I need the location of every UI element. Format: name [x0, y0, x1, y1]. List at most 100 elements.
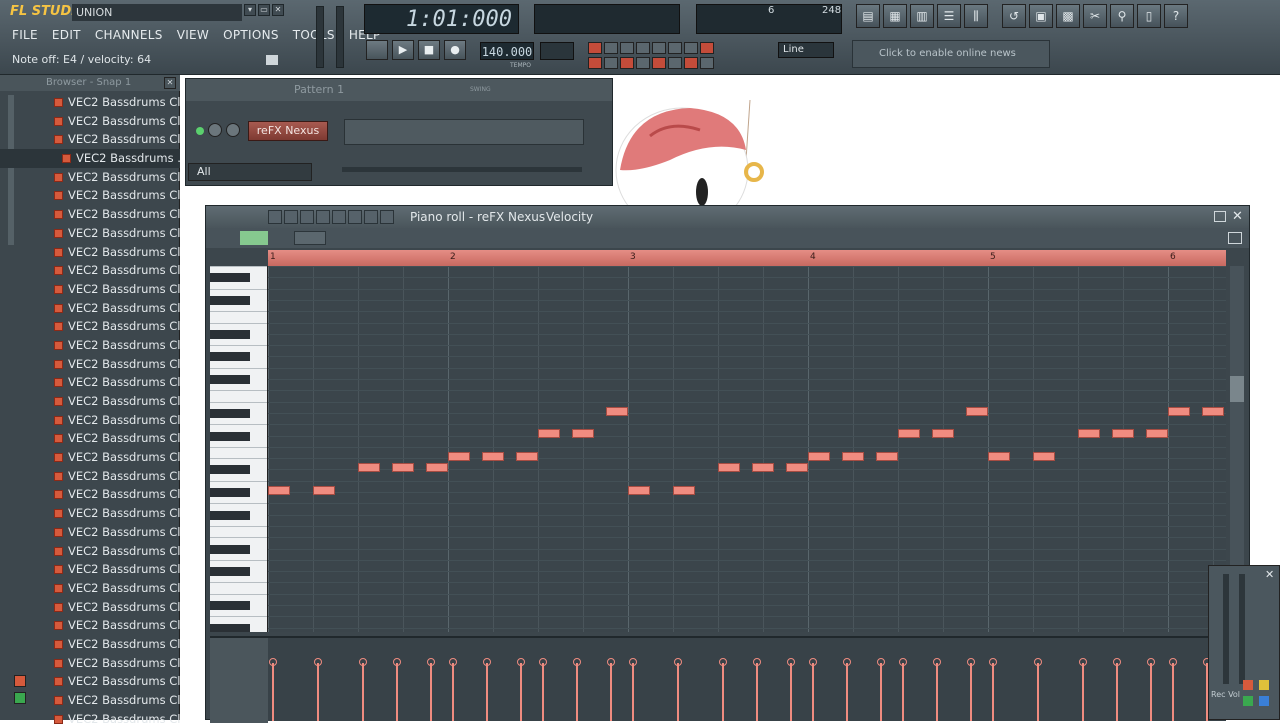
browser-item[interactable]: VEC2 Bassdrums Cl...	[0, 168, 180, 187]
black-key[interactable]	[210, 329, 250, 339]
online-news-bar[interactable]: Click to enable online news	[852, 40, 1050, 68]
metronome-icon[interactable]	[588, 42, 602, 54]
browser-item[interactable]: VEC2 Bassdrums Cl...	[0, 411, 180, 430]
velocity-bar[interactable]	[880, 663, 882, 721]
zoom-tool-icon[interactable]	[364, 210, 378, 224]
velocity-bar[interactable]	[1082, 663, 1084, 721]
slice-tool-icon[interactable]	[332, 210, 346, 224]
play-button[interactable]: ▶	[392, 40, 414, 60]
browser-item[interactable]: VEC2 Bassdrums Cl...	[0, 691, 180, 710]
velocity-handle[interactable]	[314, 658, 322, 666]
browser-item[interactable]: VEC2 Bassdrums Cl...	[0, 542, 180, 561]
step-sequencer-scrollbar[interactable]	[342, 167, 582, 172]
note[interactable]	[808, 452, 830, 461]
paint-tool-icon[interactable]	[284, 210, 298, 224]
countdown-icon[interactable]	[620, 42, 634, 54]
velocity-handle[interactable]	[359, 658, 367, 666]
velocity-bar[interactable]	[362, 663, 364, 721]
black-key[interactable]	[210, 544, 250, 554]
velocity-handle[interactable]	[1034, 658, 1042, 666]
note[interactable]	[426, 463, 448, 472]
velocity-bar[interactable]	[1150, 663, 1152, 721]
blend-notes-icon[interactable]	[652, 42, 666, 54]
playback-tool-icon[interactable]	[380, 210, 394, 224]
black-key[interactable]	[210, 352, 250, 362]
undo-icon[interactable]: ↺	[1002, 4, 1026, 28]
velocity-handle[interactable]	[539, 658, 547, 666]
green-button-icon[interactable]	[1243, 696, 1253, 706]
browser-item[interactable]: VEC2 Bassdrums Cl...	[0, 205, 180, 224]
browser-item[interactable]: VEC2 Bassdrums Cl...	[0, 672, 180, 691]
mixer-icon[interactable]: ⫼	[964, 4, 988, 28]
snap-select[interactable]: Line	[778, 42, 834, 58]
velocity-bar[interactable]	[846, 663, 848, 721]
piano-keyboard[interactable]	[210, 266, 268, 632]
note[interactable]	[966, 407, 988, 416]
note[interactable]	[392, 463, 414, 472]
note[interactable]	[876, 452, 898, 461]
velocity-handle[interactable]	[967, 658, 975, 666]
velocity-handle[interactable]	[607, 658, 615, 666]
browser-item[interactable]: VEC2 Bassdrums Cl...	[0, 280, 180, 299]
search-icon[interactable]: ⚲	[1110, 4, 1134, 28]
velocity-bar[interactable]	[1116, 663, 1118, 721]
note[interactable]	[932, 429, 954, 438]
save-icon[interactable]: ▣	[1029, 4, 1053, 28]
black-key[interactable]	[210, 408, 250, 418]
menu-options[interactable]: OPTIONS	[223, 28, 279, 46]
velocity-bar[interactable]	[902, 663, 904, 721]
browser-item[interactable]: VEC2 Bassdrums Cl...	[0, 560, 180, 579]
stop-button[interactable]: ■	[418, 40, 440, 60]
browser-item[interactable]: VEC2 Bassdrums Cl...	[0, 448, 180, 467]
tools-icon[interactable]: ✂	[1083, 4, 1107, 28]
browser-item[interactable]: VEC2 Bassdrums Cl...	[0, 336, 180, 355]
vertical-scroll-thumb[interactable]	[1230, 376, 1244, 402]
velocity-handle[interactable]	[483, 658, 491, 666]
note[interactable]	[988, 452, 1010, 461]
snap-icon[interactable]	[652, 57, 666, 69]
note[interactable]	[268, 486, 290, 495]
velocity-lane[interactable]	[210, 636, 1226, 723]
velocity-bar[interactable]	[542, 663, 544, 721]
master-pitch-slider[interactable]	[336, 6, 344, 68]
note[interactable]	[482, 452, 504, 461]
overview-scroll-thumb[interactable]	[240, 231, 268, 245]
timeline-ruler[interactable]: 1 2 3 4 5 6	[268, 250, 1226, 266]
red-tag-icon[interactable]	[14, 675, 26, 687]
minimize-button[interactable]: ▾	[244, 4, 256, 16]
browser-item[interactable]: VEC2 Bassdrums Cl...	[0, 243, 180, 262]
note[interactable]	[606, 407, 628, 416]
black-key[interactable]	[210, 623, 250, 632]
browser-item[interactable]: VEC2 Bassdrums Cl...	[0, 392, 180, 411]
loop-record-icon[interactable]	[668, 42, 682, 54]
browser-item[interactable]: VEC2 Bassdrums Cl...	[0, 523, 180, 542]
help-icon[interactable]: ?	[1164, 4, 1188, 28]
velocity-bar[interactable]	[812, 663, 814, 721]
velocity-bar[interactable]	[272, 663, 274, 721]
channel-mute-led[interactable]	[196, 127, 204, 135]
note[interactable]	[572, 429, 594, 438]
browser-item[interactable]: VEC2 Bassdrums Cl...	[0, 355, 180, 374]
pattern-name[interactable]: Pattern 1	[294, 83, 344, 96]
step-edit-icon[interactable]	[636, 42, 650, 54]
black-key[interactable]	[210, 510, 250, 520]
velocity-handle[interactable]	[674, 658, 682, 666]
velocity-handle[interactable]	[1079, 658, 1087, 666]
velocity-handle[interactable]	[809, 658, 817, 666]
velocity-handle[interactable]	[393, 658, 401, 666]
playlist-icon[interactable]: ▤	[856, 4, 880, 28]
note[interactable]	[898, 429, 920, 438]
note[interactable]	[1033, 452, 1055, 461]
velocity-handle[interactable]	[989, 658, 997, 666]
step-sequencer-icon[interactable]: ▦	[883, 4, 907, 28]
green-tag-icon[interactable]	[14, 692, 26, 704]
velocity-handle[interactable]	[269, 658, 277, 666]
channel-name-button[interactable]: reFX Nexus	[248, 121, 328, 141]
velocity-bar[interactable]	[520, 663, 522, 721]
browser-item[interactable]: VEC2 Bassdrums Cl...	[0, 467, 180, 486]
black-key[interactable]	[210, 375, 250, 384]
rec-mode-icon[interactable]	[588, 57, 602, 69]
black-key[interactable]	[210, 431, 250, 441]
browser-item[interactable]: VEC2 Bassdrums Cl...	[0, 710, 180, 728]
browser-item[interactable]: VEC2 Bassdrums Cl...	[0, 112, 180, 131]
